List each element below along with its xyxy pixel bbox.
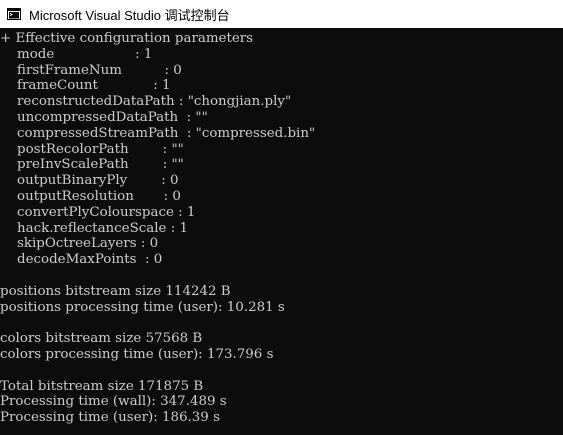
console-line: outputResolution : 0 — [0, 188, 181, 204]
console-line: convertPlyColourspace : 1 — [0, 204, 196, 220]
console-line: Processing time (user): 186.39 s — [0, 410, 220, 426]
console-app-icon — [7, 8, 21, 20]
console-line: Processing time (wall): 347.489 s — [0, 394, 227, 410]
console-line: mode : 1 — [0, 46, 153, 62]
title-bar[interactable]: Microsoft Visual Studio 调试控制台 — [0, 0, 563, 28]
console-line: decodeMaxPoints : 0 — [0, 252, 163, 268]
console-line: + Effective configuration parameters — [0, 31, 254, 46]
console-window: Microsoft Visual Studio 调试控制台 + Effectiv… — [0, 0, 563, 435]
console-line: Total bitstream size 171875 B — [0, 378, 204, 394]
console-lines: + Effective configuration parameters mod… — [0, 31, 315, 426]
console-line: colors bitstream size 57568 B — [0, 331, 203, 347]
console-line: colors processing time (user): 173.796 s — [0, 346, 274, 362]
console-output[interactable]: + Effective configuration parameters mod… — [0, 28, 563, 435]
console-line: skipOctreeLayers : 0 — [0, 236, 159, 252]
console-line: positions processing time (user): 10.281… — [0, 299, 285, 315]
window-title: Microsoft Visual Studio 调试控制台 — [29, 7, 230, 23]
console-line: outputBinaryPly : 0 — [0, 173, 179, 189]
console-line: positions bitstream size 114242 B — [0, 283, 231, 299]
console-line: firstFrameNum : 0 — [0, 62, 182, 78]
console-line: postRecolorPath : "" — [0, 141, 184, 157]
console-line: preInvScalePath : "" — [0, 157, 184, 173]
console-line: reconstructedDataPath : "chongjian.ply" — [0, 94, 292, 110]
console-line: frameCount : 1 — [0, 78, 171, 94]
console-line: hack.reflectanceScale : 1 — [0, 220, 189, 236]
console-line: compressedStreamPath : "compressed.bin" — [0, 125, 316, 141]
console-line: uncompressedDataPath : "" — [0, 109, 208, 125]
